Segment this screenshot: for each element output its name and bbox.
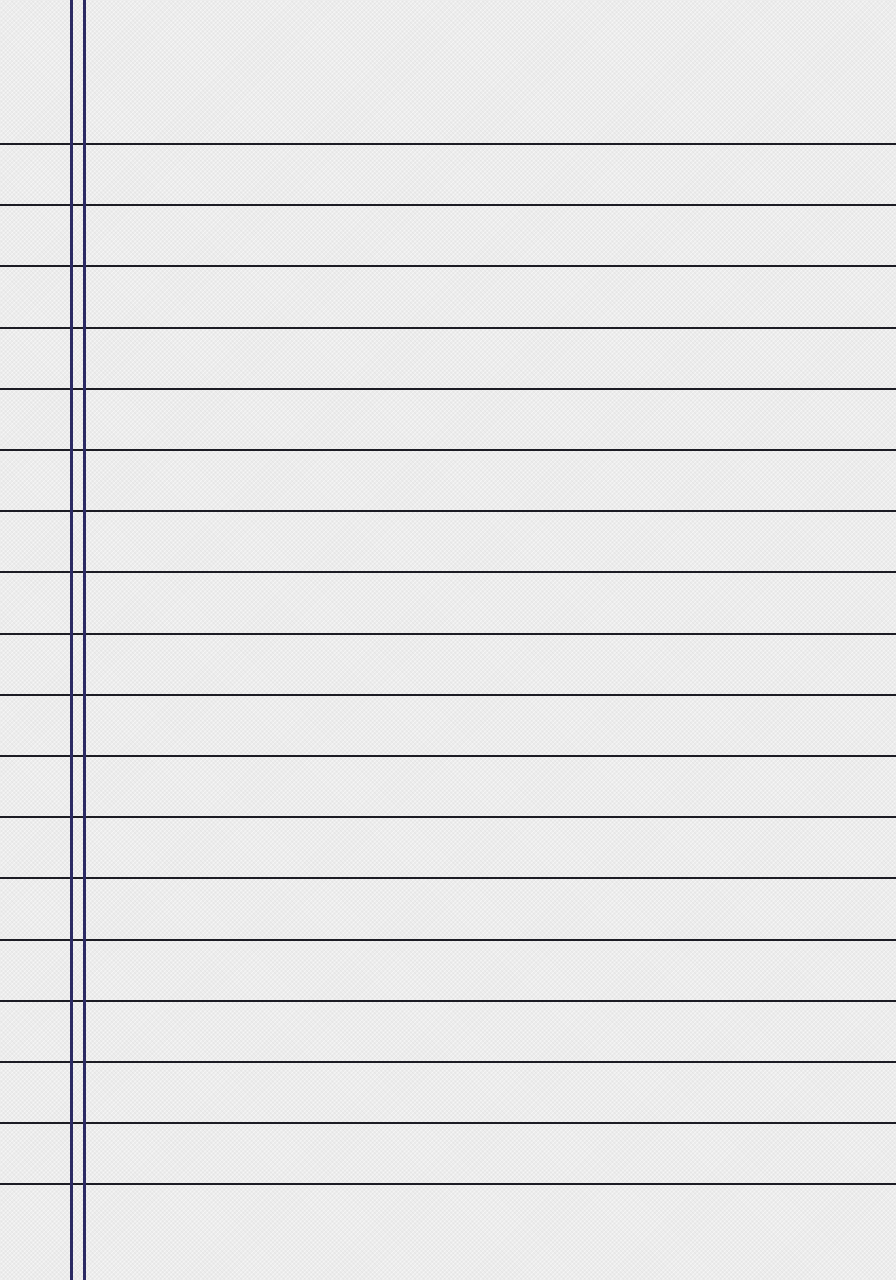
ruled-line	[0, 510, 896, 512]
ruled-line	[0, 816, 896, 818]
ruled-line	[0, 877, 896, 879]
ruled-line	[0, 571, 896, 573]
ruled-line	[0, 1061, 896, 1063]
ruled-line	[0, 1000, 896, 1002]
ruled-line	[0, 939, 896, 941]
margin-line	[83, 0, 86, 1280]
ruled-line	[0, 204, 896, 206]
ruled-line	[0, 449, 896, 451]
ruled-line	[0, 327, 896, 329]
ruled-line	[0, 143, 896, 145]
ruled-line	[0, 694, 896, 696]
ruled-paper-page	[0, 0, 896, 1280]
ruled-line	[0, 265, 896, 267]
ruled-line	[0, 633, 896, 635]
ruled-line	[0, 388, 896, 390]
margin-line	[70, 0, 73, 1280]
ruled-line	[0, 1183, 896, 1185]
ruled-line	[0, 1122, 896, 1124]
ruled-line	[0, 755, 896, 757]
